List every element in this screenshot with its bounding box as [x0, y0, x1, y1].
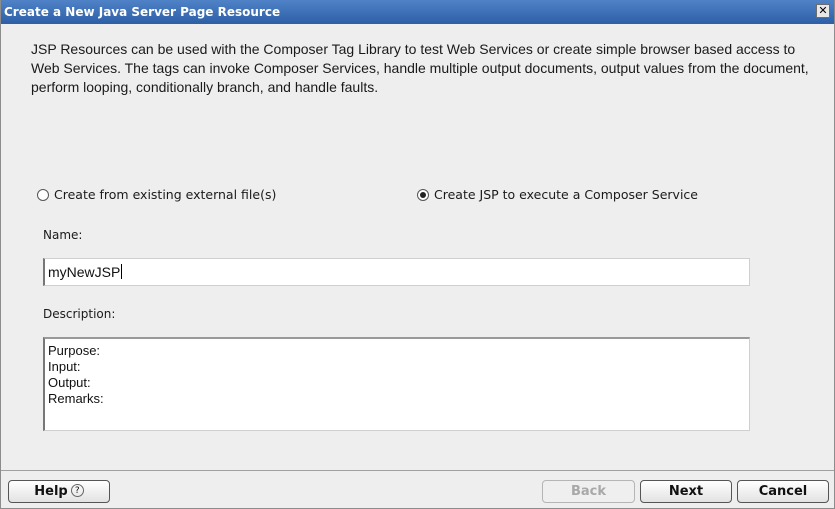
text-caret: [121, 264, 123, 279]
description-textarea[interactable]: Purpose: Input: Output: Remarks:: [43, 337, 750, 431]
footer-divider: [1, 470, 834, 471]
intro-text: JSP Resources can be used with the Compo…: [31, 41, 809, 95]
description-label: Description:: [43, 307, 116, 321]
next-button[interactable]: Next: [640, 480, 732, 503]
description-line[interactable]: Purpose:: [48, 343, 746, 359]
radio-execute-label[interactable]: Create JSP to execute a Composer Service: [434, 186, 698, 204]
name-input[interactable]: myNewJSP: [43, 258, 750, 286]
description-line[interactable]: Output:: [48, 375, 746, 391]
next-label[interactable]: Next: [669, 484, 703, 499]
radio-execute-service[interactable]: Create JSP to execute a Composer Service: [417, 186, 698, 204]
description-line[interactable]: Remarks:: [48, 391, 746, 407]
name-label: Name:: [43, 228, 83, 242]
radio-execute-indicator[interactable]: [417, 189, 429, 201]
back-button[interactable]: Back: [542, 480, 635, 503]
dialog-window: Create a New Java Server Page Resource ✕…: [0, 0, 835, 509]
cancel-label[interactable]: Cancel: [759, 484, 808, 499]
radio-existing-label[interactable]: Create from existing external file(s): [54, 186, 276, 204]
help-button[interactable]: Help?: [8, 480, 110, 503]
name-value[interactable]: myNewJSP: [48, 264, 120, 280]
help-label[interactable]: Help: [34, 484, 67, 499]
cancel-button[interactable]: Cancel: [737, 480, 829, 503]
radio-existing-files[interactable]: Create from existing external file(s): [37, 186, 276, 204]
window-title: Create a New Java Server Page Resource: [4, 5, 281, 19]
close-icon[interactable]: ✕: [816, 4, 830, 18]
title-bar: Create a New Java Server Page Resource ✕: [1, 0, 834, 24]
description-line[interactable]: Input:: [48, 359, 746, 375]
help-icon: ?: [70, 484, 84, 497]
back-label[interactable]: Back: [571, 484, 606, 499]
radio-existing-indicator[interactable]: [37, 189, 49, 201]
